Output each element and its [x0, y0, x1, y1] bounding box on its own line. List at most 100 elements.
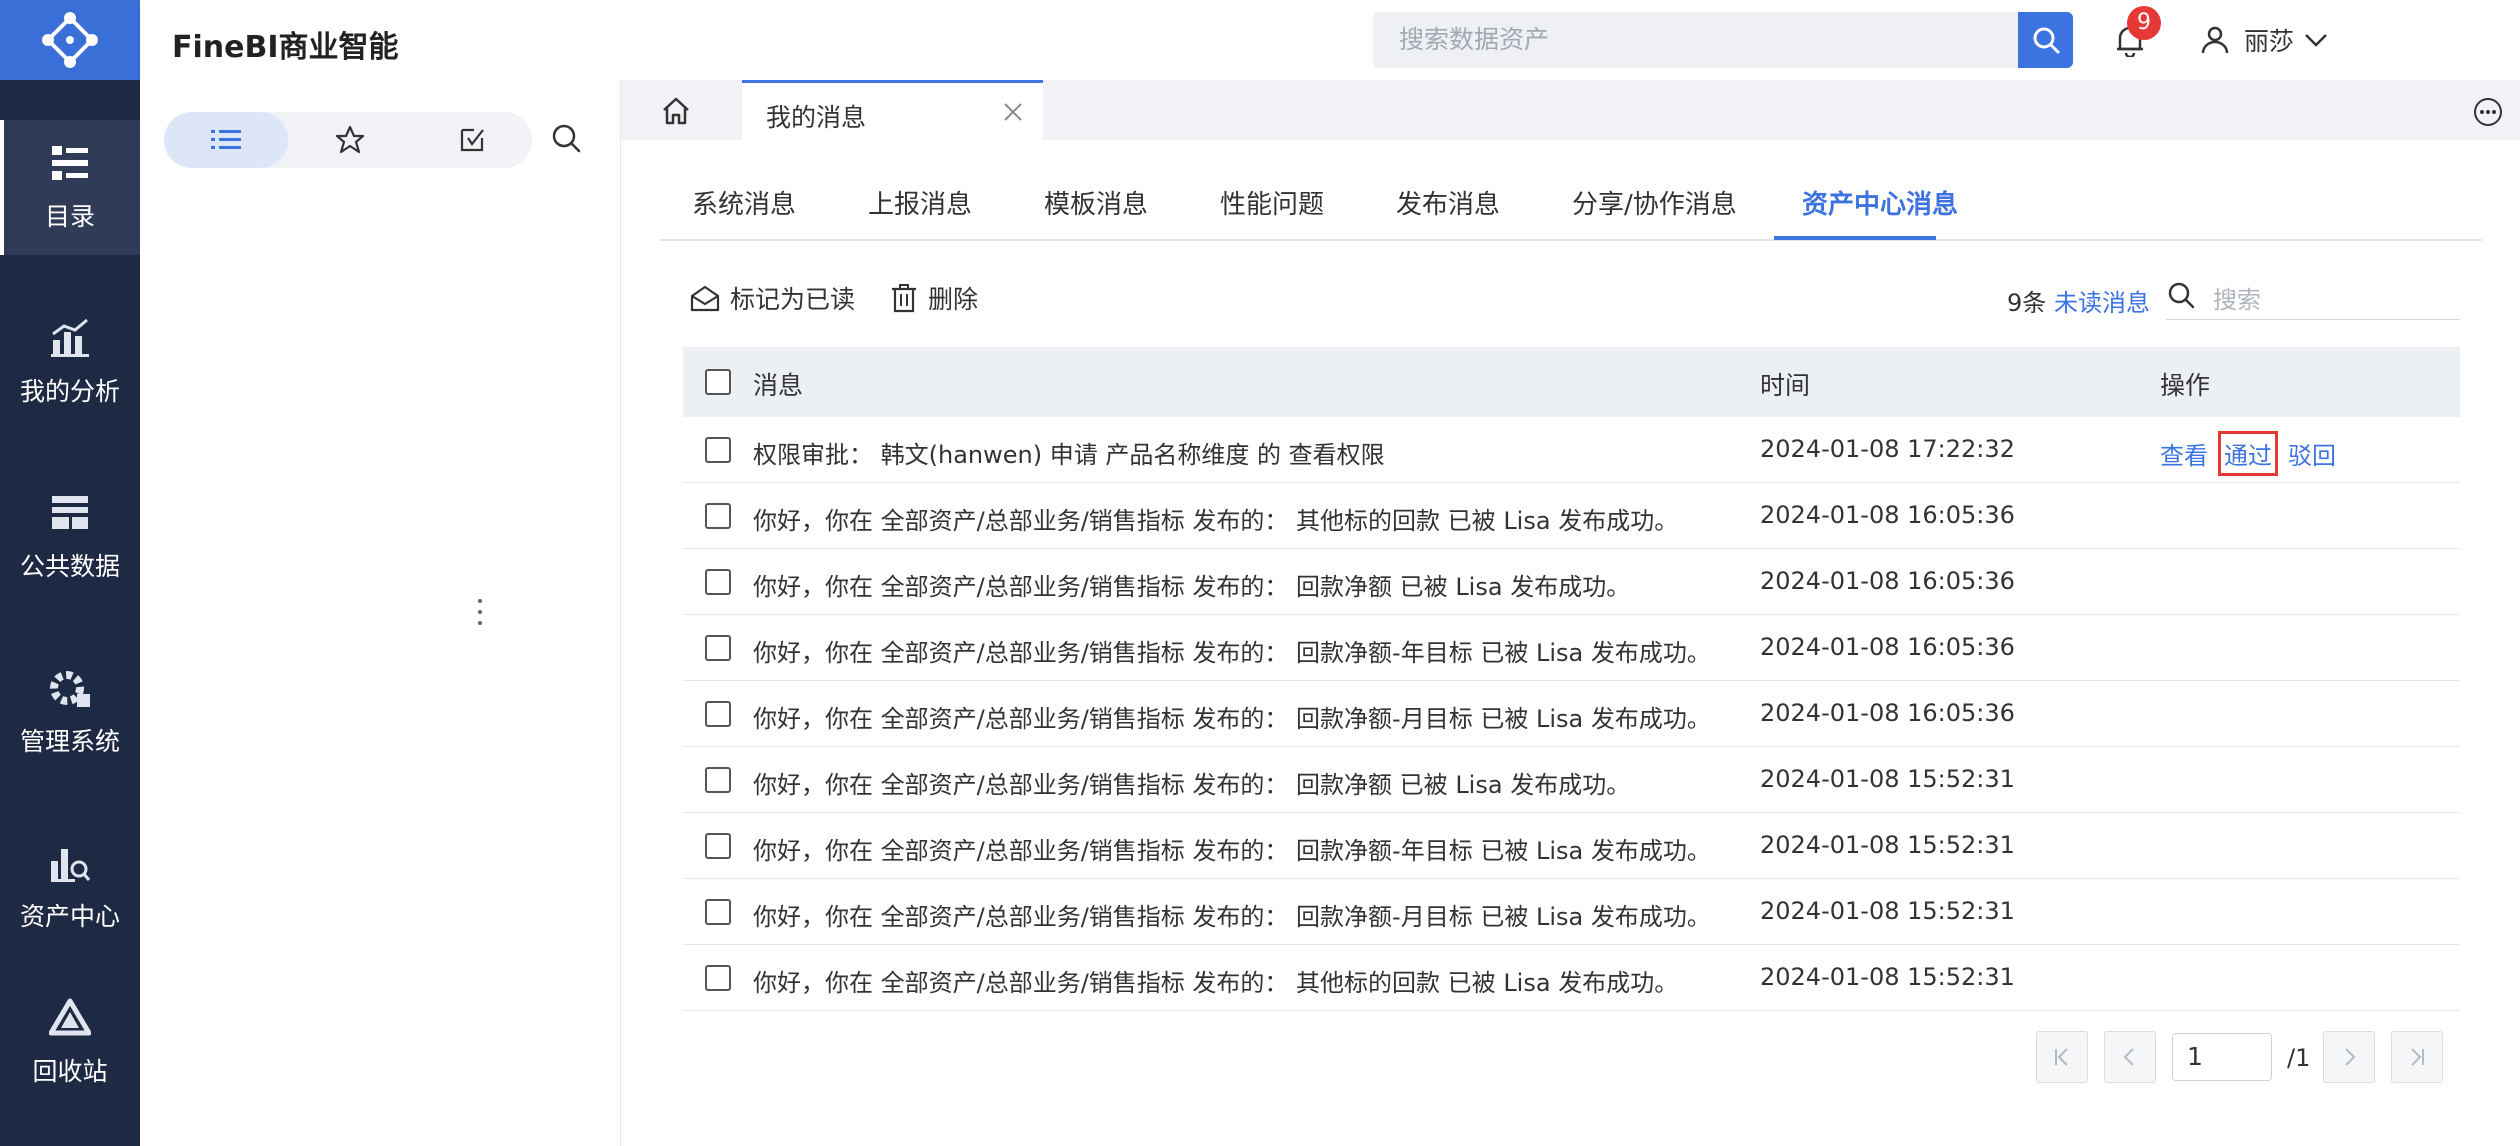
row-checkbox[interactable]: [705, 569, 731, 595]
mark-read-label: 标记为已读: [730, 285, 856, 314]
row-checkbox[interactable]: [705, 635, 731, 661]
user-menu[interactable]: 丽莎: [2200, 20, 2328, 60]
user-icon: [2201, 26, 2229, 54]
search-icon: [2033, 27, 2059, 54]
recycle-bin-icon: [49, 998, 91, 1035]
tab-performance-issues[interactable]: 性能问题: [1220, 184, 1324, 221]
nav-item-label: 公共数据: [19, 551, 120, 581]
nav-item-recycle-bin[interactable]: 回收站: [0, 975, 140, 1110]
message-text: 你好，你在 全部资产/总部业务/销售指标 发布的： 其他标的回款 已被 Lisa…: [753, 507, 1679, 535]
chevron-right-icon: [2345, 1048, 2356, 1066]
tab-share-collab-messages[interactable]: 分享/协作消息: [1572, 184, 1737, 221]
my-created-button[interactable]: [412, 112, 532, 168]
message-table: 消息 时间 操作 权限审批： 韩文(hanwen) 申请 产品名称维度 的 查看…: [683, 347, 2460, 1011]
first-page-button[interactable]: [2036, 1031, 2088, 1083]
message-time: 2024-01-08 15:52:31: [1760, 765, 2015, 793]
page-number-input[interactable]: 1: [2172, 1033, 2272, 1081]
favorites-button[interactable]: [288, 112, 412, 168]
left-nav: 目录 我的分析 公共数据 管理系统 资产中心 回收站: [0, 0, 140, 1146]
row-checkbox[interactable]: [705, 833, 731, 859]
table-row: 你好，你在 全部资产/总部业务/销售指标 发布的： 回款净额 已被 Lisa 发…: [683, 747, 2460, 813]
tab-strip: 我的消息: [621, 80, 2520, 140]
row-checkbox[interactable]: [705, 437, 731, 463]
last-page-button[interactable]: [2391, 1031, 2443, 1083]
message-time: 2024-01-08 16:05:36: [1760, 699, 2015, 727]
row-checkbox[interactable]: [705, 701, 731, 727]
row-checkbox[interactable]: [705, 767, 731, 793]
catalog-icon: [52, 145, 88, 180]
trash-icon: [892, 284, 916, 313]
delete-label: 删除: [928, 285, 979, 314]
mail-open-icon: [690, 285, 720, 312]
logo-icon: [42, 12, 98, 68]
search-placeholder: 搜索: [2213, 286, 2261, 314]
tab-report-messages[interactable]: 上报消息: [868, 184, 972, 221]
column-header-message: 消息: [753, 371, 804, 400]
tab-template-messages[interactable]: 模板消息: [1044, 184, 1148, 221]
message-text: 你好，你在 全部资产/总部业务/销售指标 发布的： 回款净额-月目标 已被 Li…: [753, 903, 1711, 931]
table-header: 消息 时间 操作: [683, 347, 2460, 417]
table-row: 你好，你在 全部资产/总部业务/销售指标 发布的： 回款净额-年目标 已被 Li…: [683, 615, 2460, 681]
home-tab[interactable]: [661, 96, 691, 130]
approve-link[interactable]: 通过: [2218, 431, 2278, 476]
asset-search-button[interactable]: [2018, 12, 2073, 68]
next-page-button[interactable]: [2323, 1031, 2375, 1083]
nav-item-my-analysis[interactable]: 我的分析: [0, 295, 140, 430]
asset-center-icon: [51, 848, 91, 882]
tab-my-messages[interactable]: 我的消息: [742, 80, 1043, 140]
tab-system-messages[interactable]: 系统消息: [692, 184, 796, 221]
row-checkbox[interactable]: [705, 965, 731, 991]
search-icon: [552, 124, 581, 153]
message-count: 9条: [2007, 289, 2047, 317]
message-text: 权限审批： 韩文(hanwen) 申请 产品名称维度 的 查看权限: [753, 441, 1385, 469]
app-logo[interactable]: [0, 0, 140, 80]
message-time: 2024-01-08 15:52:31: [1760, 897, 2015, 925]
message-search-input[interactable]: 搜索: [2166, 276, 2460, 320]
nav-item-admin-system[interactable]: 管理系统: [0, 645, 140, 780]
active-tab-indicator: [1774, 236, 1936, 240]
table-row: 你好，你在 全部资产/总部业务/销售指标 发布的： 其他标的回款 已被 Lisa…: [683, 945, 2460, 1011]
search-icon: [2168, 282, 2195, 309]
message-category-tabs: 系统消息 上报消息 模板消息 性能问题 发布消息 分享/协作消息 资产中心消息: [660, 140, 2482, 241]
reject-link[interactable]: 驳回: [2288, 436, 2336, 471]
nav-item-label: 回收站: [32, 1056, 108, 1086]
row-checkbox[interactable]: [705, 899, 731, 925]
nav-item-asset-center[interactable]: 资产中心: [0, 820, 140, 955]
catalog-search-button[interactable]: [550, 122, 582, 158]
close-icon[interactable]: [1001, 100, 1025, 124]
view-link[interactable]: 查看: [2160, 436, 2208, 471]
message-text: 你好，你在 全部资产/总部业务/销售指标 发布的： 回款净额-年目标 已被 Li…: [753, 837, 1711, 865]
unread-filter-link[interactable]: 未读消息: [2054, 283, 2150, 318]
analysis-icon: [51, 318, 89, 357]
list-icon: [211, 130, 241, 149]
table-row: 权限审批： 韩文(hanwen) 申请 产品名称维度 的 查看权限 2024-0…: [683, 417, 2460, 483]
list-view-button[interactable]: [164, 112, 288, 168]
message-time: 2024-01-08 15:52:31: [1760, 963, 2015, 991]
nav-item-public-data[interactable]: 公共数据: [0, 470, 140, 605]
table-row: 你好，你在 全部资产/总部业务/销售指标 发布的： 回款净额-月目标 已被 Li…: [683, 879, 2460, 945]
asset-search-input[interactable]: 搜索数据资产: [1373, 12, 2018, 68]
chevron-down-icon: [2305, 34, 2327, 47]
delete-button[interactable]: 删除: [890, 280, 978, 316]
message-time: 2024-01-08 16:05:36: [1760, 633, 2015, 661]
prev-page-button[interactable]: [2104, 1031, 2156, 1083]
nav-item-label: 管理系统: [19, 726, 120, 756]
edit-box-icon: [460, 128, 484, 152]
tab-asset-center-messages[interactable]: 资产中心消息: [1802, 184, 1958, 221]
message-text: 你好，你在 全部资产/总部业务/销售指标 发布的： 回款净额 已被 Lisa 发…: [753, 573, 1631, 601]
panel-resize-handle[interactable]: [477, 597, 485, 631]
more-options-button[interactable]: [2472, 96, 2504, 132]
column-header-time: 时间: [1760, 371, 1811, 400]
gear-icon: [50, 670, 90, 707]
nav-item-catalog[interactable]: 目录: [0, 120, 140, 255]
mark-read-button[interactable]: 标记为已读: [690, 280, 855, 316]
tab-publish-messages[interactable]: 发布消息: [1396, 184, 1500, 221]
catalog-view-switcher: [164, 112, 532, 168]
tab-label: 我的消息: [766, 103, 867, 132]
table-row: 你好，你在 全部资产/总部业务/销售指标 发布的： 其他标的回款 已被 Lisa…: [683, 483, 2460, 549]
public-data-icon: [52, 495, 88, 529]
select-all-checkbox[interactable]: [705, 369, 731, 395]
row-checkbox[interactable]: [705, 503, 731, 529]
message-text: 你好，你在 全部资产/总部业务/销售指标 发布的： 回款净额 已被 Lisa 发…: [753, 771, 1631, 799]
user-name: 丽莎: [2244, 27, 2295, 56]
